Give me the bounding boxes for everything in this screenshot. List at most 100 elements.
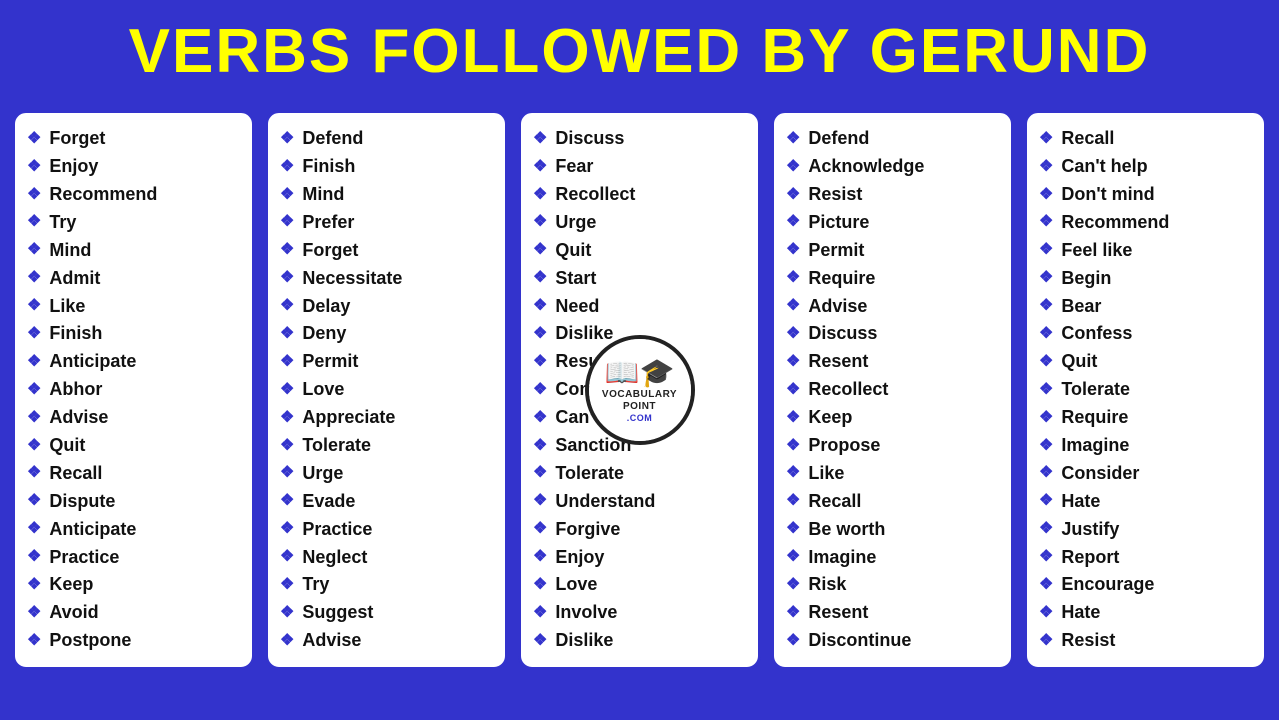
list-item: ❖Suggest [280, 599, 495, 627]
word-label: Practice [49, 544, 119, 572]
word-label: Need [555, 293, 599, 321]
list-item: ❖Recollect [786, 376, 1001, 404]
list-item: ❖Confess [1039, 320, 1254, 348]
diamond-icon: ❖ [280, 489, 294, 514]
word-label: Require [1061, 404, 1128, 432]
diamond-icon: ❖ [280, 210, 294, 235]
list-item: ❖Quit [27, 432, 242, 460]
list-item: ❖Admit [27, 265, 242, 293]
word-label: Advise [808, 293, 867, 321]
diamond-icon: ❖ [786, 238, 800, 263]
list-item: ❖Advise [280, 627, 495, 655]
list-item: ❖Recall [1039, 125, 1254, 153]
list-item: ❖Like [27, 293, 242, 321]
list-item: ❖Justify [1039, 516, 1254, 544]
diamond-icon: ❖ [786, 406, 800, 431]
list-item: ❖Report [1039, 544, 1254, 572]
word-label: Consider [1061, 460, 1139, 488]
list-item: ❖Discuss [786, 320, 1001, 348]
list-item: ❖Be worth [786, 516, 1001, 544]
word-label: Fear [555, 153, 593, 181]
diamond-icon: ❖ [27, 629, 41, 654]
diamond-icon: ❖ [27, 294, 41, 319]
diamond-icon: ❖ [533, 322, 547, 347]
word-label: Urge [555, 209, 596, 237]
list-item: ❖Permit [280, 348, 495, 376]
list-item: ❖Hate [1039, 488, 1254, 516]
word-label: Understand [555, 488, 655, 516]
word-label: Begin [1061, 265, 1111, 293]
diamond-icon: ❖ [533, 155, 547, 180]
diamond-icon: ❖ [1039, 266, 1053, 291]
diamond-icon: ❖ [27, 434, 41, 459]
diamond-icon: ❖ [786, 461, 800, 486]
word-label: Quit [1061, 348, 1097, 376]
word-label: Justify [1061, 516, 1119, 544]
list-item: ❖Necessitate [280, 265, 495, 293]
diamond-icon: ❖ [1039, 350, 1053, 375]
diamond-icon: ❖ [27, 573, 41, 598]
column-2: ❖Defend❖Finish❖Mind❖Prefer❖Forget❖Necess… [265, 110, 508, 670]
list-item: ❖Neglect [280, 544, 495, 572]
list-item: ❖Recall [27, 460, 242, 488]
diamond-icon: ❖ [533, 210, 547, 235]
word-label: Report [1061, 544, 1119, 572]
diamond-icon: ❖ [786, 294, 800, 319]
word-label: Dislike [555, 627, 613, 655]
list-item: ❖ Abhor [27, 376, 242, 404]
list-item: ❖Recall [786, 488, 1001, 516]
diamond-icon: ❖ [786, 155, 800, 180]
logo-inner: 📖🎓 VOCABULARYPOINT.COM [589, 339, 691, 441]
diamond-icon: ❖ [1039, 183, 1053, 208]
list-item: ❖Deny [280, 320, 495, 348]
word-label: Risk [808, 571, 846, 599]
list-item: ❖Defend [280, 125, 495, 153]
diamond-icon: ❖ [280, 461, 294, 486]
diamond-icon: ❖ [786, 601, 800, 626]
word-label: Anticipate [49, 516, 136, 544]
diamond-icon: ❖ [533, 573, 547, 598]
word-label: Can't help [1061, 153, 1147, 181]
word-label: Abhor [49, 376, 102, 404]
word-label: Enjoy [555, 544, 604, 572]
diamond-icon: ❖ [533, 350, 547, 375]
list-item: ❖Bear [1039, 293, 1254, 321]
list-item: ❖Tolerate [280, 432, 495, 460]
diamond-icon: ❖ [533, 238, 547, 263]
list-item: ❖Can't help [1039, 153, 1254, 181]
list-item: ❖Quit [533, 237, 748, 265]
list-item: ❖Prefer [280, 209, 495, 237]
diamond-icon: ❖ [27, 155, 41, 180]
diamond-icon: ❖ [786, 322, 800, 347]
word-label: Love [555, 571, 597, 599]
word-label: Start [555, 265, 596, 293]
list-item: ❖Consider [1039, 460, 1254, 488]
word-label: Forget [302, 237, 358, 265]
word-label: Defend [302, 125, 363, 153]
word-label: Try [302, 571, 329, 599]
word-label: Finish [302, 153, 355, 181]
list-item: ❖Finish [27, 320, 242, 348]
list-item: ❖Evade [280, 488, 495, 516]
diamond-icon: ❖ [27, 378, 41, 403]
list-item: ❖Tolerate [533, 460, 748, 488]
list-item: ❖Tolerate [1039, 376, 1254, 404]
word-label: Imagine [1061, 432, 1129, 460]
word-label: Tolerate [1061, 376, 1130, 404]
header: VERBS FOLLOWED BY GERUND [0, 0, 1279, 100]
diamond-icon: ❖ [533, 545, 547, 570]
list-item: ❖Try [280, 571, 495, 599]
list-item: ❖Anticipate [27, 516, 242, 544]
word-list-2: ❖Defend❖Finish❖Mind❖Prefer❖Forget❖Necess… [280, 125, 495, 655]
diamond-icon: ❖ [786, 350, 800, 375]
diamond-icon: ❖ [533, 183, 547, 208]
word-label: Dislike [555, 320, 613, 348]
word-label: Permit [808, 237, 864, 265]
list-item: ❖Keep [786, 404, 1001, 432]
word-label: Defend [808, 125, 869, 153]
diamond-icon: ❖ [280, 517, 294, 542]
diamond-icon: ❖ [533, 489, 547, 514]
diamond-icon: ❖ [1039, 434, 1053, 459]
diamond-icon: ❖ [786, 573, 800, 598]
diamond-icon: ❖ [533, 434, 547, 459]
